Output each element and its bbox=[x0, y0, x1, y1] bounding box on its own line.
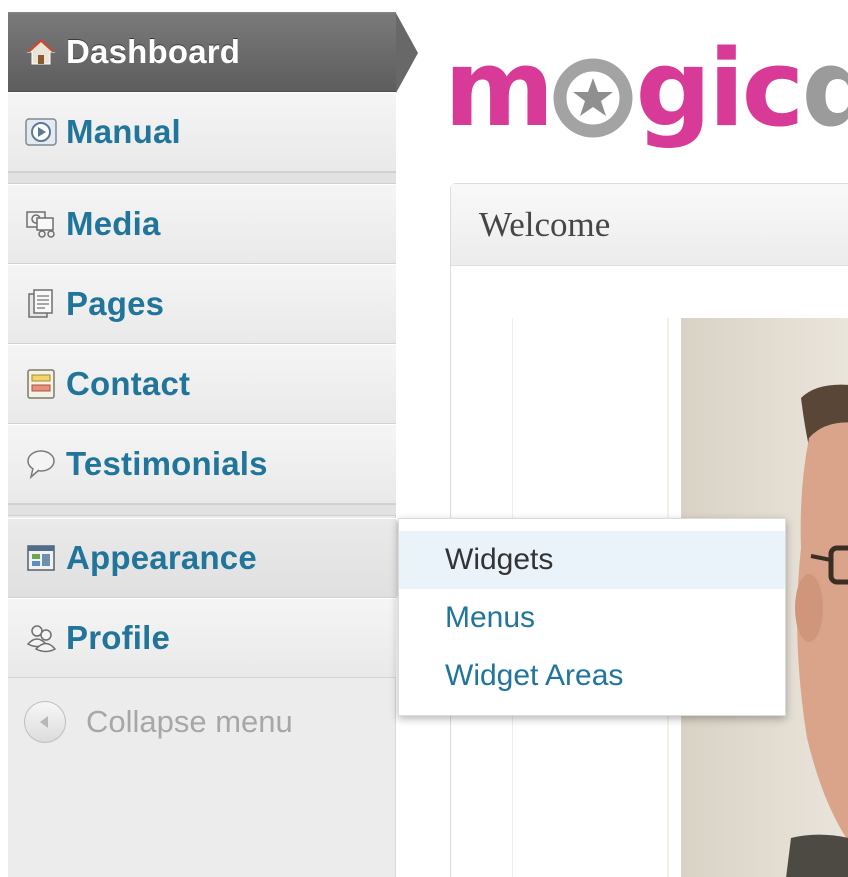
contact-form-icon bbox=[24, 367, 58, 401]
sidebar-item-profile[interactable]: Profile bbox=[8, 598, 396, 678]
appearance-icon bbox=[24, 541, 58, 575]
submenu-item-label: Menus bbox=[445, 601, 536, 634]
welcome-panel-header[interactable]: Welcome bbox=[451, 184, 848, 266]
admin-sidebar: Dashboard Manual Media Pages Contact Tes… bbox=[8, 12, 418, 877]
submenu-item-label: Widgets bbox=[445, 543, 554, 576]
sidebar-item-pages[interactable]: Pages bbox=[8, 264, 396, 344]
submenu-item-label: Widget Areas bbox=[445, 659, 624, 692]
sidebar-item-media[interactable]: Media bbox=[8, 184, 396, 264]
menu-separator bbox=[8, 504, 396, 516]
logo-star-icon bbox=[551, 49, 635, 138]
panel-title: Welcome bbox=[479, 204, 611, 244]
home-icon bbox=[24, 35, 58, 69]
logo-text-gic: gic bbox=[635, 27, 804, 150]
collapse-menu-label: Collapse menu bbox=[86, 704, 293, 739]
sidebar-item-manual[interactable]: Manual bbox=[8, 92, 396, 172]
menu-separator bbox=[8, 172, 396, 184]
sidebar-item-label: Testimonials bbox=[66, 445, 268, 482]
play-icon bbox=[24, 115, 58, 149]
logo-text-m: m bbox=[444, 27, 554, 150]
sidebar-item-testimonials[interactable]: Testimonials bbox=[8, 424, 396, 504]
sidebar-item-label: Dashboard bbox=[66, 33, 241, 70]
logo-text-d: d bbox=[801, 27, 848, 150]
pages-icon bbox=[24, 287, 58, 321]
media-icon bbox=[24, 207, 58, 241]
collapse-menu-button[interactable]: Collapse menu bbox=[8, 684, 396, 760]
sidebar-item-label: Appearance bbox=[66, 539, 257, 576]
sidebar-item-label: Contact bbox=[66, 365, 191, 402]
sidebar-item-contact[interactable]: Contact bbox=[8, 344, 396, 424]
sidebar-item-label: Pages bbox=[66, 285, 165, 322]
submenu-item-menus[interactable]: Menus bbox=[399, 589, 785, 647]
sidebar-item-dashboard[interactable]: Dashboard bbox=[8, 12, 418, 93]
sidebar-item-label: Profile bbox=[66, 619, 171, 656]
submenu-item-widget-areas[interactable]: Widget Areas bbox=[399, 647, 785, 705]
submenu-item-widgets[interactable]: Widgets bbox=[399, 531, 785, 589]
collapse-arrow-icon bbox=[24, 701, 66, 743]
current-indicator-arrow bbox=[396, 13, 418, 93]
sidebar-item-appearance[interactable]: Appearance bbox=[8, 518, 418, 599]
site-logo: m gic d bbox=[444, 34, 848, 144]
sidebar-item-label: Media bbox=[66, 205, 161, 242]
admin-screen: Dashboard Manual Media Pages Contact Tes… bbox=[0, 0, 848, 877]
appearance-submenu: Widgets Menus Widget Areas bbox=[398, 518, 786, 716]
sidebar-item-label: Manual bbox=[66, 113, 181, 150]
speech-bubble-icon bbox=[24, 447, 58, 481]
users-icon bbox=[24, 621, 58, 655]
